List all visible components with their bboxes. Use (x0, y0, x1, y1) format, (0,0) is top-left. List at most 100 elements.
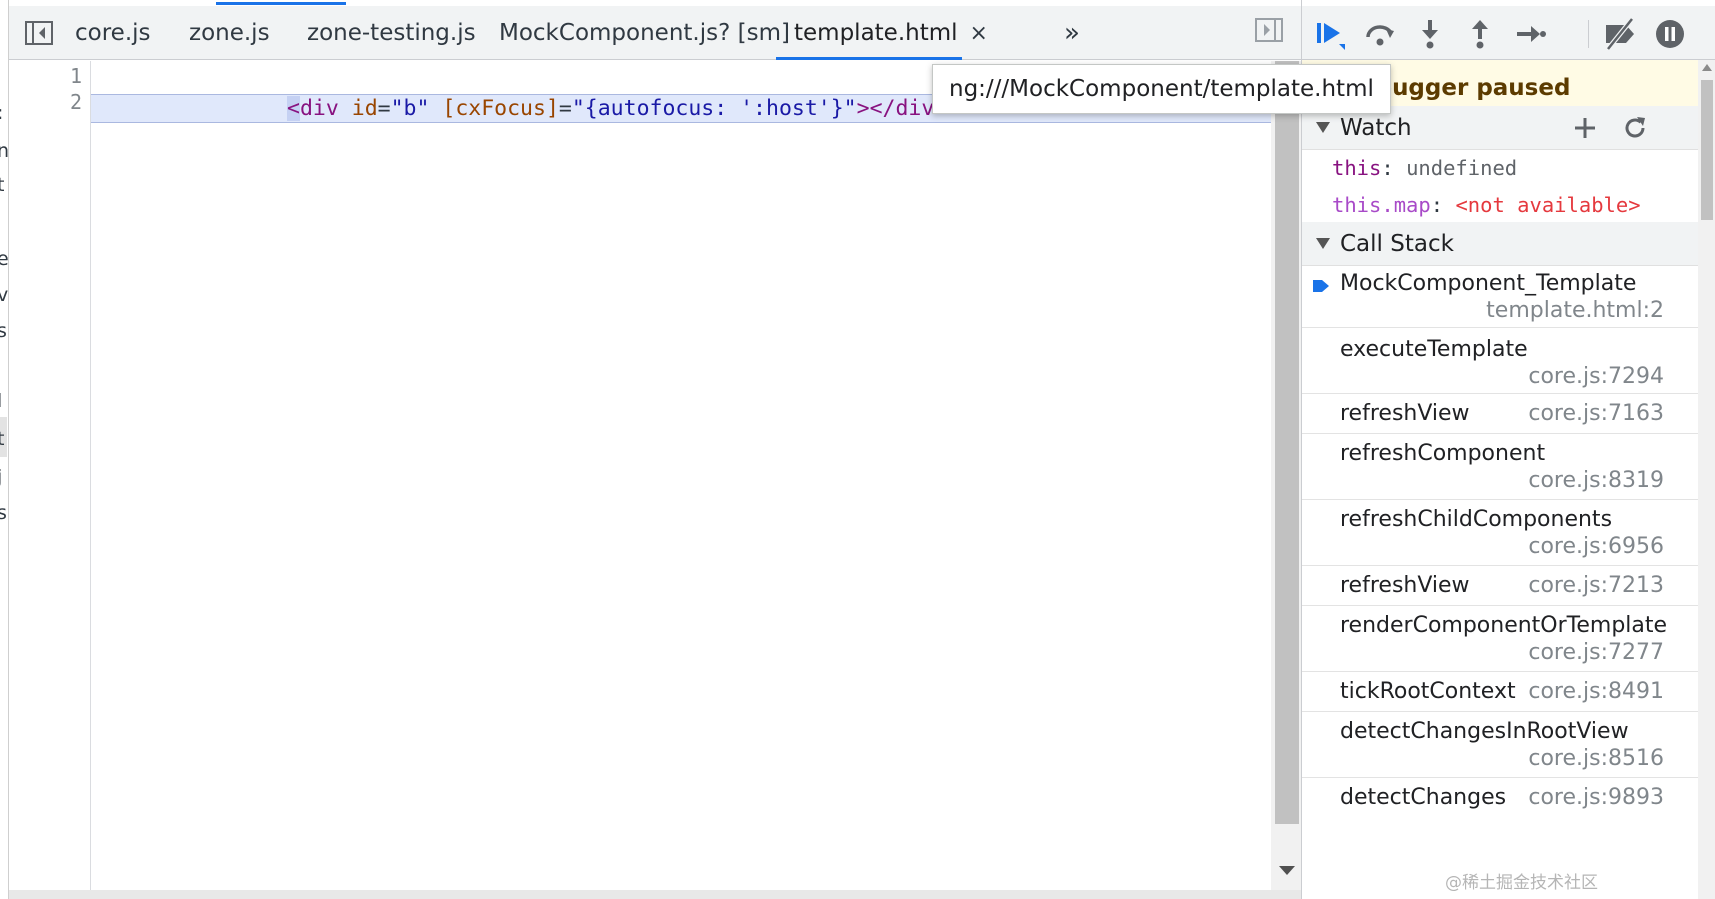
call-stack-frame[interactable]: executeTemplate core.js:7294 (1302, 328, 1698, 394)
scrollbar-thumb[interactable] (1275, 61, 1299, 824)
watch-key: this.map (1332, 193, 1431, 217)
frame-function: refreshComponent (1340, 441, 1546, 466)
plus-icon (1575, 118, 1595, 138)
expand-triangle-icon (1316, 122, 1330, 133)
tab-zone-js[interactable]: zone.js (189, 6, 270, 60)
editor-vertical-scrollbar[interactable] (1271, 61, 1301, 890)
frame-location: core.js:7277 (1528, 640, 1664, 665)
tab-label: zone-testing.js (307, 20, 476, 46)
pause-on-exceptions-button[interactable] (1652, 16, 1688, 52)
resume-icon (1317, 23, 1345, 50)
tab-label: MockComponent.js? [sm] (499, 20, 790, 46)
pause-icon (1656, 20, 1684, 48)
clipped-text: : (0, 102, 3, 124)
call-stack-frame[interactable]: renderComponentOrTemplate core.js:7277 (1302, 606, 1698, 672)
tab-mockcomponent-js[interactable]: MockComponent.js? [sm] (499, 6, 790, 60)
frame-location: template.html:2 (1486, 298, 1664, 323)
panel-focus-indicator (216, 2, 346, 5)
expand-triangle-icon (1316, 238, 1330, 249)
frame-location: core.js:6956 (1528, 534, 1664, 559)
line-number[interactable]: 1 (70, 64, 82, 88)
toolbar-divider (1588, 20, 1589, 48)
code-token: < (287, 96, 300, 121)
frame-function: executeTemplate (1340, 337, 1528, 362)
watch-expression[interactable]: this: undefined (1332, 156, 1517, 180)
clipped-text: j (0, 466, 2, 488)
resume-button[interactable] (1312, 16, 1348, 52)
tab-label: core.js (75, 20, 151, 46)
source-editor-pane: core.js zone.js zone-testing.js MockComp… (9, 0, 1301, 899)
clipped-text: t (0, 174, 4, 196)
watch-value: <not available> (1455, 193, 1641, 217)
clipped-text: e (0, 248, 8, 270)
file-url-tooltip: ng:///MockComponent/template.html (932, 64, 1391, 114)
clipped-text: t (0, 428, 4, 450)
call-stack-frame[interactable]: tickRootContext core.js:8491 (1302, 672, 1698, 712)
frame-location: core.js:7294 (1528, 364, 1664, 389)
line-number-gutter[interactable]: 1 2 (9, 61, 91, 890)
frame-location: core.js:8319 (1528, 468, 1664, 493)
code-viewport[interactable]: 1 2 <div id="b" [cxFocus]="{autofocus: '… (9, 61, 1301, 890)
more-tabs-icon[interactable]: » (1064, 18, 1080, 48)
sidebar-toggle-icon (25, 21, 53, 45)
frame-function: tickRootContext (1340, 679, 1516, 704)
clipped-text: s (0, 502, 7, 524)
tab-core-js[interactable]: core.js (75, 6, 151, 60)
clipped-text: n (0, 140, 8, 162)
scroll-up-icon[interactable] (1702, 64, 1712, 71)
step-out-button[interactable] (1462, 16, 1498, 52)
code-line-2[interactable]: <div id="b" [cxFocus]="{autofocus: ':hos… (287, 96, 947, 121)
frame-location: core.js:8491 (1528, 679, 1664, 704)
step-over-button[interactable] (1362, 16, 1398, 52)
call-stack-frame[interactable]: refreshChildComponents core.js:6956 (1302, 500, 1698, 566)
section-title: Watch (1340, 114, 1412, 141)
step-out-icon (1472, 20, 1488, 49)
left-panel-edge: : n t e ve s l t j s (0, 0, 9, 899)
line-number[interactable]: 2 (70, 90, 82, 114)
editor-horizontal-scrollbar[interactable] (9, 890, 1301, 899)
code-token: = (377, 96, 391, 121)
toggle-debugger-button[interactable] (1255, 18, 1287, 48)
call-stack-frame[interactable]: detectChanges core.js:9893 (1302, 778, 1698, 818)
code-token: = (558, 96, 572, 121)
frame-location: core.js:7163 (1528, 401, 1664, 426)
frame-function: refreshChildComponents (1340, 507, 1613, 532)
debugger-toolbar (1302, 6, 1715, 60)
section-title: Call Stack (1340, 230, 1454, 257)
deactivate-breakpoints-button[interactable] (1602, 16, 1638, 52)
watch-expression[interactable]: this.map: <not available> (1332, 193, 1641, 217)
call-stack-frame[interactable]: MockComponent_Template template.html:2 (1302, 266, 1698, 328)
call-stack-frame[interactable]: refreshComponent core.js:8319 (1302, 434, 1698, 500)
debugger-sidebar: ebugger paused Watch this: undefined thi… (1301, 0, 1715, 899)
close-tab-icon[interactable]: × (970, 21, 988, 46)
frame-function: MockComponent_Template (1340, 271, 1637, 296)
call-stack-frame[interactable]: refreshView core.js:7163 (1302, 394, 1698, 434)
step-button[interactable] (1512, 16, 1548, 52)
code-token: "{autofocus: ':host'}" (571, 96, 857, 121)
code-token: "b" (390, 96, 430, 121)
toggle-navigator-button[interactable] (23, 18, 55, 48)
tab-template-html[interactable]: template.html × (776, 6, 988, 60)
step-over-icon (1366, 25, 1394, 46)
scrollbar-thumb[interactable] (1701, 80, 1713, 220)
sidebar-scrollbar[interactable] (1698, 60, 1715, 899)
frame-location: core.js:7213 (1528, 573, 1664, 598)
current-frame-arrow-icon (1313, 280, 1329, 292)
call-stack-frame[interactable]: refreshView core.js:7213 (1302, 566, 1698, 606)
clipped-text: s (0, 320, 7, 342)
call-stack-frame[interactable]: detectChangesInRootView core.js:8516 (1302, 712, 1698, 778)
paused-message: ebugger paused (1360, 74, 1571, 101)
frame-location: core.js:9893 (1528, 785, 1664, 810)
scroll-down-icon[interactable] (1279, 866, 1295, 875)
code-token: div (299, 96, 339, 121)
call-stack-section-header[interactable]: Call Stack (1302, 222, 1698, 266)
step-into-icon (1422, 20, 1438, 49)
frame-function: renderComponentOrTemplate (1340, 613, 1668, 638)
step-into-button[interactable] (1412, 16, 1448, 52)
deactivate-breakpoints-icon (1606, 17, 1634, 51)
tab-zone-testing-js[interactable]: zone-testing.js (307, 6, 476, 60)
refresh-watch-button[interactable] (1619, 112, 1651, 144)
frame-function: refreshView (1340, 401, 1470, 426)
add-watch-button[interactable] (1569, 112, 1601, 144)
frame-location: core.js:8516 (1528, 746, 1664, 771)
